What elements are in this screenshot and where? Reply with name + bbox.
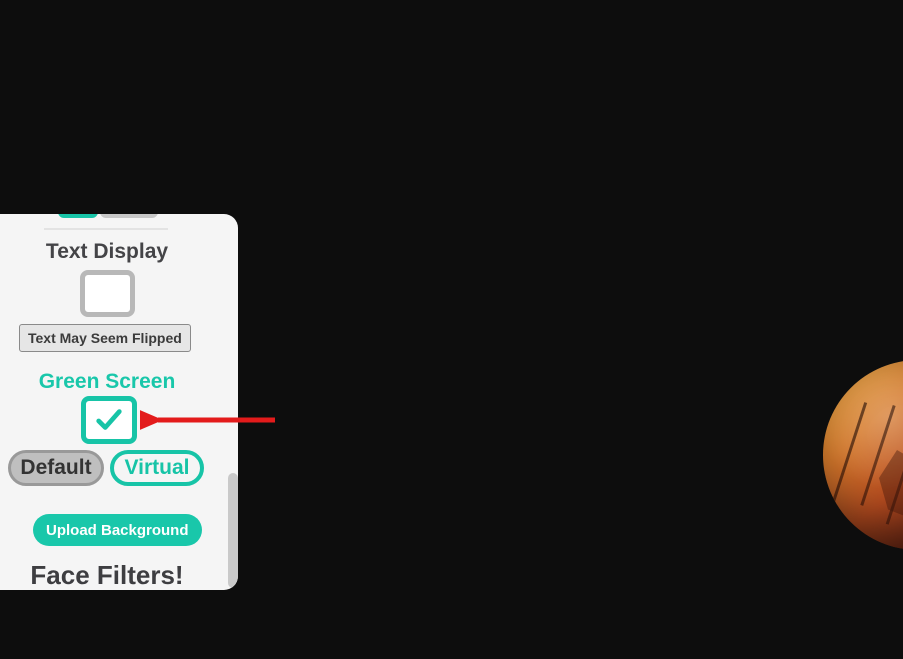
mode-virtual-button[interactable]: Virtual: [110, 450, 204, 486]
panel-scrollbar-thumb[interactable]: [228, 473, 238, 588]
text-display-checkbox[interactable]: [80, 270, 135, 317]
upload-background-button[interactable]: Upload Background: [33, 514, 202, 546]
check-icon: [94, 405, 124, 435]
partial-toggle-row: [58, 214, 158, 224]
face-filters-heading: Face Filters!: [0, 560, 214, 590]
green-screen-checkbox[interactable]: [81, 396, 137, 444]
partial-on-pill[interactable]: [58, 214, 98, 218]
text-display-heading: Text Display: [0, 240, 214, 264]
preview-thumbnail[interactable]: [823, 360, 903, 550]
green-screen-mode-toggle: Default Virtual: [8, 450, 204, 486]
mode-default-button[interactable]: Default: [8, 450, 104, 486]
text-flipped-hint: Text May Seem Flipped: [19, 324, 191, 352]
green-screen-heading: Green Screen: [0, 370, 214, 394]
section-divider: [44, 228, 168, 230]
settings-panel-inner: Text Display Text May Seem Flipped Green…: [0, 214, 238, 590]
partial-off-pill[interactable]: [100, 214, 158, 218]
settings-panel: Text Display Text May Seem Flipped Green…: [0, 214, 238, 590]
